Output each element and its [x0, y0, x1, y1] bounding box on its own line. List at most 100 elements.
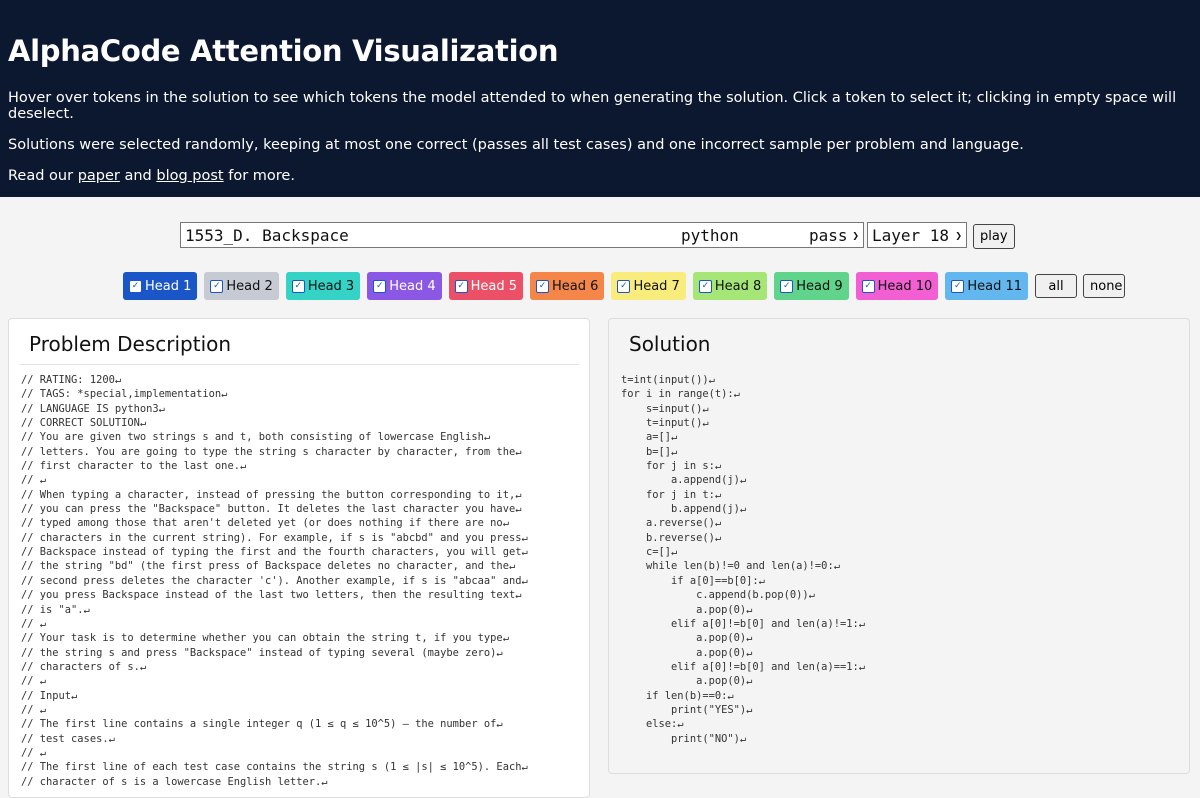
code-line: // When typing a character, instead of p…: [21, 488, 522, 501]
problem-status: pass: [809, 225, 848, 245]
problem-select[interactable]: 1553_D. Backspace python pass ❯: [180, 222, 864, 248]
head-label: Head 4: [389, 278, 436, 294]
checkbox-checked-icon[interactable]: ✓: [454, 279, 468, 293]
instructions-hover: Hover over tokens in the solution to see…: [8, 90, 1177, 122]
checkbox-checked-icon[interactable]: ✓: [129, 279, 142, 293]
code-line: // typed among those that aren't deleted…: [21, 517, 509, 530]
head-toggle-11[interactable]: ✓ Head 11: [945, 272, 1028, 300]
checkbox-checked-icon[interactable]: ✓: [536, 279, 550, 293]
head-toggle-5[interactable]: ✓ Head 5: [448, 272, 524, 300]
checkbox-checked-icon[interactable]: ✓: [951, 279, 965, 293]
code-line: elif a[0]!=b[0] and len(a)==1:↵: [621, 660, 865, 673]
code-line: a=[]↵: [621, 431, 678, 444]
blog-post-link[interactable]: blog post: [156, 168, 223, 184]
problem-language: python: [681, 225, 739, 245]
code-line: // The first line of each test case cont…: [21, 761, 528, 774]
code-line: b.append(j)↵: [621, 503, 747, 516]
play-button[interactable]: play: [973, 224, 1015, 249]
checkbox-checked-icon[interactable]: ✓: [780, 279, 794, 293]
code-line: // Your task is to determine whether you…: [21, 632, 509, 645]
code-line: else:↵: [621, 718, 684, 731]
checkbox-checked-icon[interactable]: ✓: [291, 279, 305, 293]
checkbox-checked-icon[interactable]: ✓: [617, 279, 631, 293]
code-line: // CORRECT SOLUTION↵: [21, 417, 147, 430]
code-line: // Backspace instead of typing the first…: [21, 546, 528, 559]
code-line: c=[]↵: [621, 546, 678, 559]
code-line: // characters of s.↵: [21, 660, 147, 673]
read-more-suffix: for more.: [223, 168, 295, 184]
head-label: Head 7: [633, 278, 680, 294]
code-line: // ↵: [21, 703, 47, 716]
head-label: Head 5: [470, 278, 518, 294]
head-label: Head 9: [796, 278, 843, 294]
code-line: a.append(j)↵: [621, 474, 747, 487]
head-label: Head 2: [226, 278, 273, 294]
head-toggle-3[interactable]: ✓ Head 3: [285, 272, 361, 300]
code-line: // The first line contains a single inte…: [21, 718, 503, 731]
code-line: for i in range(t):↵: [621, 388, 740, 401]
read-more-line: Read our paper and blog post for more.: [8, 168, 1192, 184]
layer-select[interactable]: Layer 18 ❯: [867, 222, 967, 248]
code-line: // character of s is a lowercase English…: [21, 775, 328, 788]
head-toggle-8[interactable]: ✓ Head 8: [692, 272, 768, 300]
problem-description-panel: Problem Description // RATING: 1200↵ // …: [8, 318, 590, 798]
code-line: elif a[0]!=b[0] and len(a)!=1:↵: [621, 617, 865, 630]
code-line: t=int(input())↵: [621, 374, 715, 386]
deselect-all-heads-button[interactable]: none: [1083, 274, 1125, 298]
head-toggle-6[interactable]: ✓ Head 6: [530, 272, 605, 300]
code-line: a.pop(0)↵: [621, 603, 753, 616]
problem-description-title: Problem Description: [19, 319, 579, 365]
checkbox-checked-icon[interactable]: ✓: [861, 279, 875, 293]
head-toggle-9[interactable]: ✓ Head 9: [774, 272, 849, 300]
code-line: for j in s:↵: [621, 460, 722, 473]
solution-code[interactable]: t=int(input())↵ for i in range(t):↵ s=in…: [609, 365, 1189, 746]
code-line: c.append(b.pop(0))↵: [621, 589, 815, 602]
controls-bar: 1553_D. Backspace python pass ❯ Layer 18…: [180, 221, 1015, 249]
chevron-down-icon: ❯: [955, 228, 962, 242]
code-line: // TAGS: *special,implementation↵: [21, 388, 228, 401]
head-toggle-7[interactable]: ✓ Head 7: [611, 272, 686, 300]
solution-title: Solution: [629, 332, 711, 356]
head-toggle-2[interactable]: ✓ Head 2: [204, 272, 279, 300]
instructions-selection: Solutions were selected randomly, keepin…: [8, 137, 1024, 153]
code-line: for j in t:↵: [621, 488, 722, 501]
head-label: Head 8: [714, 278, 762, 294]
head-toggle-1[interactable]: ✓ Head 1: [123, 272, 198, 300]
head-label: Head 3: [307, 278, 355, 294]
layer-value: Layer 18: [872, 225, 950, 245]
checkbox-checked-icon[interactable]: ✓: [210, 279, 224, 293]
paper-link[interactable]: paper: [78, 168, 120, 184]
page-title: AlphaCode Attention Visualization: [8, 34, 559, 68]
head-label: Head 1: [145, 278, 192, 294]
head-label: Head 11: [967, 278, 1022, 294]
select-all-heads-button[interactable]: all: [1035, 274, 1077, 298]
solution-panel: Solution t=int(input())↵ for i in range(…: [608, 318, 1190, 774]
head-toggles: ✓ Head 1 ✓ Head 2 ✓ Head 3 ✓ Head 4 ✓ Head 5 ✓ Head…: [123, 272, 1125, 300]
code-line: // letters. You are going to type the st…: [21, 445, 522, 458]
checkbox-checked-icon[interactable]: ✓: [373, 279, 387, 293]
code-line: // You are given two strings s and t, bo…: [21, 431, 491, 444]
code-line: // LANGUAGE IS python3↵: [21, 402, 165, 415]
code-line: // RATING: 1200↵: [21, 374, 122, 386]
head-toggle-4[interactable]: ✓ Head 4: [367, 272, 442, 300]
code-line: a.reverse()↵: [621, 517, 722, 530]
code-line: print("NO")↵: [621, 732, 747, 745]
checkbox-checked-icon[interactable]: ✓: [698, 279, 712, 293]
problem-name: 1553_D. Backspace: [185, 225, 349, 245]
code-line: if a[0]==b[0]:↵: [621, 574, 765, 587]
header-banner: AlphaCode Attention Visualization Hover …: [0, 0, 1200, 197]
code-line: // test cases.↵: [21, 732, 115, 745]
read-more-and: and: [119, 168, 157, 184]
code-line: a.pop(0)↵: [621, 632, 753, 645]
code-line: // second press deletes the character 'c…: [21, 574, 528, 587]
code-line: // the string s and press "Backspace" in…: [21, 646, 503, 659]
code-line: if len(b)==0:↵: [621, 689, 734, 702]
code-line: while len(b)!=0 and len(a)!=0:↵: [621, 560, 840, 573]
code-line: // first character to the last one.↵: [21, 460, 247, 473]
code-line: // ↵: [21, 474, 47, 487]
read-more-prefix: Read our: [8, 168, 78, 184]
code-line: a.pop(0)↵: [621, 675, 753, 688]
code-line: // Input↵: [21, 689, 78, 702]
code-line: // ↵: [21, 617, 47, 630]
head-toggle-10[interactable]: ✓ Head 10: [855, 272, 939, 300]
